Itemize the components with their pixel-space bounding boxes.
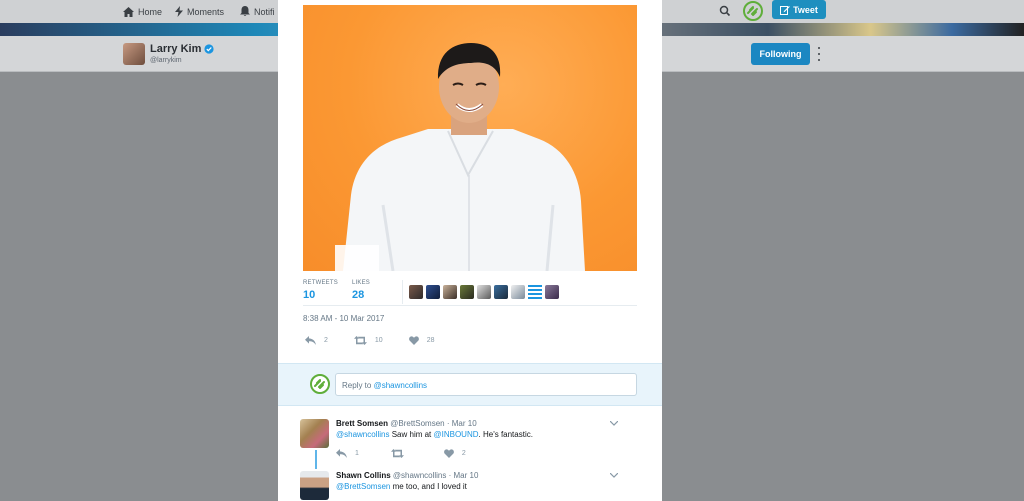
chevron-down-icon[interactable] — [610, 421, 618, 426]
liker-avatar[interactable] — [477, 285, 491, 299]
liker-avatar[interactable] — [511, 285, 525, 299]
reply-input[interactable]: Reply to @shawncollins — [335, 373, 637, 396]
nav-notifications[interactable]: Notifi — [240, 0, 275, 23]
nav-home[interactable]: Home — [123, 0, 162, 23]
brand-logo-icon — [310, 374, 330, 394]
reply-header: Brett Somsen @BrettSomsen · Mar 10 — [336, 419, 477, 428]
like-action[interactable]: 2 — [444, 449, 466, 458]
reply-avatar[interactable] — [300, 471, 329, 500]
reply-author-name[interactable]: Brett Somsen — [336, 419, 388, 428]
reply-prefix: Reply to — [342, 381, 374, 390]
nav-moments-label: Moments — [187, 6, 225, 17]
nav-notifications-label: Notifi — [254, 6, 275, 17]
likes-label: LIKES — [352, 280, 371, 286]
bell-icon — [240, 6, 250, 17]
reply-count: 2 — [324, 336, 328, 344]
person-photo-image — [335, 43, 585, 271]
likes-stat[interactable]: LIKES 28 — [352, 280, 370, 301]
reply-mention-link[interactable]: @shawncollins — [336, 430, 389, 439]
following-button[interactable]: Following — [751, 43, 810, 65]
tweet-actions: 2 10 28 — [305, 334, 461, 346]
reply-icon — [305, 335, 316, 345]
reply-date[interactable]: · Mar 10 — [449, 471, 479, 480]
more-options-icon[interactable] — [816, 47, 822, 61]
reply-tweet[interactable]: Shawn Collins @shawncollins · Mar 10 @Br… — [300, 471, 640, 501]
reply-tweet[interactable]: Brett Somsen @BrettSomsen · Mar 10 @shaw… — [300, 419, 640, 467]
reply-compose-area: Reply to @shawncollins — [278, 363, 662, 406]
likes-value: 28 — [352, 289, 365, 301]
retweet-action[interactable]: 10 — [353, 335, 383, 345]
reply-header: Shawn Collins @shawncollins · Mar 10 — [336, 471, 478, 480]
reply-author-handle[interactable]: @BrettSomsen — [390, 419, 444, 428]
liker-avatar[interactable] — [409, 285, 423, 299]
reply-icon — [336, 449, 347, 458]
reply-text-part: me too, and I loved it — [390, 482, 467, 491]
tweet-timestamp[interactable]: 8:38 AM - 10 Mar 2017 — [303, 314, 384, 323]
profile-avatar[interactable] — [123, 43, 145, 65]
retweet-count: 10 — [374, 336, 383, 344]
retweet-action[interactable] — [390, 449, 412, 458]
heart-icon — [408, 335, 419, 345]
reply-action[interactable]: 2 — [305, 335, 328, 345]
liker-avatar-waves[interactable] — [528, 285, 542, 299]
like-count: 2 — [461, 450, 466, 457]
reply-actions: 1 2 — [336, 449, 498, 458]
search-button[interactable] — [718, 4, 732, 18]
liker-avatar[interactable] — [426, 285, 440, 299]
verified-badge-icon — [204, 44, 214, 54]
account-avatar[interactable] — [743, 1, 763, 21]
brand-logo-icon — [743, 1, 763, 21]
lightning-icon — [175, 6, 183, 17]
reply-author-name[interactable]: Shawn Collins — [336, 471, 391, 480]
reply-count: 1 — [355, 450, 359, 457]
reply-inbound-link[interactable]: @INBOUND — [434, 430, 479, 439]
reply-text-part: . He's fantastic. — [478, 430, 533, 439]
profile-handle: @larrykim — [150, 57, 182, 64]
tweet-button-label: Tweet — [793, 4, 818, 15]
compose-icon — [780, 5, 790, 15]
reply-text-part: Saw him at — [389, 430, 434, 439]
tweet-stats: RETWEETS 10 LIKES 28 — [303, 280, 637, 306]
likers-avatars — [409, 285, 559, 299]
retweet-icon — [390, 449, 404, 458]
retweets-label: RETWEETS — [303, 280, 338, 286]
like-action[interactable]: 28 — [408, 335, 435, 345]
reply-text: @shawncollins Saw him at @INBOUND. He's … — [336, 430, 533, 439]
reply-author-handle[interactable]: @shawncollins — [393, 471, 446, 480]
chevron-down-icon[interactable] — [610, 473, 618, 478]
liker-avatar[interactable] — [460, 285, 474, 299]
profile-name-text: Larry Kim — [150, 43, 202, 55]
thread-connector — [315, 450, 317, 469]
heart-icon — [444, 449, 454, 458]
profile-name[interactable]: Larry Kim — [150, 43, 214, 55]
current-user-avatar — [310, 374, 330, 394]
liker-avatar[interactable] — [545, 285, 559, 299]
retweets-value: 10 — [303, 289, 316, 301]
reply-text: @BrettSomsen me too, and I loved it — [336, 482, 467, 491]
stats-divider — [402, 280, 403, 304]
tweet-photo[interactable] — [303, 5, 637, 271]
reply-date[interactable]: · Mar 10 — [447, 419, 477, 428]
like-count: 28 — [426, 336, 435, 344]
reply-avatar[interactable] — [300, 419, 329, 448]
home-icon — [123, 6, 134, 17]
reply-mention-link[interactable]: @BrettSomsen — [336, 482, 390, 491]
retweets-stat[interactable]: RETWEETS 10 — [303, 280, 338, 301]
reply-action[interactable]: 1 — [336, 449, 359, 458]
liker-avatar[interactable] — [494, 285, 508, 299]
nav-moments[interactable]: Moments — [175, 0, 224, 23]
reply-mention: @shawncollins — [373, 381, 428, 390]
tweet-modal: RETWEETS 10 LIKES 28 8:38 AM - 10 Mar 20… — [278, 0, 662, 501]
retweet-icon — [353, 335, 367, 345]
search-icon — [719, 5, 731, 17]
tweet-button[interactable]: Tweet — [772, 0, 826, 19]
nav-home-label: Home — [138, 6, 163, 17]
liker-avatar[interactable] — [443, 285, 457, 299]
